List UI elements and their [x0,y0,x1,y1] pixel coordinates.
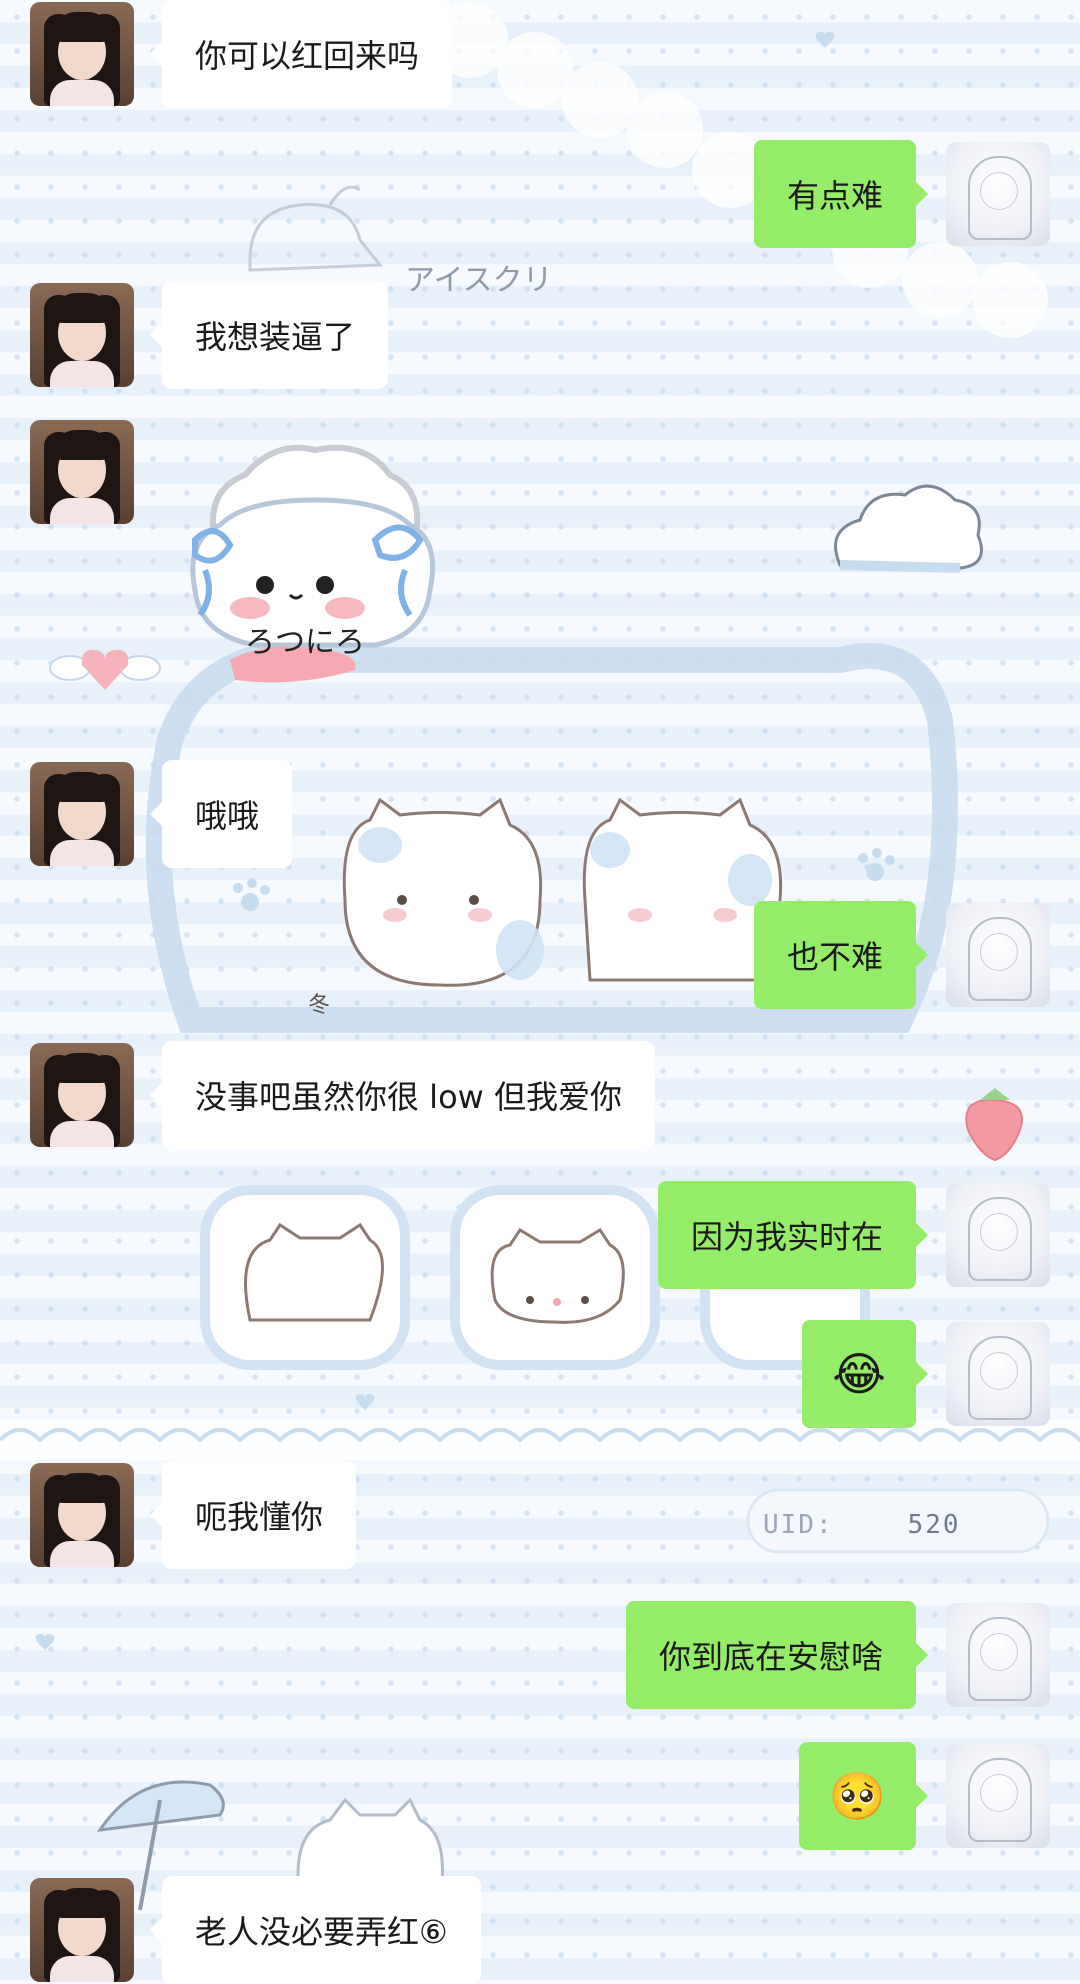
received-message-bubble[interactable]: 你可以红回来吗 [149,0,453,108]
self-avatar[interactable] [946,903,1050,1007]
message-row [30,420,134,524]
friend-avatar[interactable] [30,1463,134,1567]
ice-cream-text: アイスクリ [405,263,553,298]
message-row: 有点难 [753,140,1050,248]
self-avatar[interactable] [946,142,1050,246]
friend-avatar[interactable] [30,762,134,866]
message-row: 老人没必要弄红⑥ [30,1876,481,1984]
cat-maid-sticker[interactable]: ろつにろ [175,430,450,700]
sticker-text: ろつにろ [245,625,365,660]
received-message-bubble[interactable]: 老人没必要弄红⑥ [150,1876,481,1984]
friend-avatar[interactable] [30,420,134,524]
received-message-bubble[interactable]: 没事吧虽然你很 low 但我爱你 [150,1041,655,1149]
message-row: 呃我懂你 [30,1461,357,1569]
self-avatar[interactable] [946,1603,1050,1707]
friend-avatar[interactable] [30,1878,134,1982]
sent-emoji-bubble[interactable]: 🥺 [798,1742,929,1850]
winter-text: 冬 [308,993,330,1018]
friend-avatar[interactable] [30,283,134,387]
sent-message-bubble[interactable]: 因为我实时在 [657,1181,929,1289]
sent-message-bubble[interactable]: 有点难 [753,140,929,248]
message-row: 我想装逼了 [30,281,389,389]
received-message-bubble[interactable]: 我想装逼了 [149,281,389,389]
message-row: 没事吧虽然你很 low 但我爱你 [30,1041,655,1149]
friend-avatar[interactable] [30,2,134,106]
message-row: 😂 [802,1320,1050,1428]
uid-label-text: UID: [763,1510,834,1540]
message-row: 你可以红回来吗 [30,0,453,108]
sent-message-bubble[interactable]: 也不难 [753,901,929,1009]
sent-message-bubble[interactable]: 你到底在安慰啥 [625,1601,929,1709]
message-row: 哦哦 [30,760,293,868]
received-message-bubble[interactable]: 哦哦 [149,760,293,868]
self-avatar[interactable] [946,1744,1050,1848]
self-avatar[interactable] [946,1322,1050,1426]
message-row: 🥺 [798,1742,1050,1850]
sent-emoji-bubble[interactable]: 😂 [802,1320,928,1428]
uid-label: UID: 520 [763,1510,961,1540]
uid-value: 520 [907,1510,961,1540]
message-row: 因为我实时在 [657,1181,1050,1289]
friend-avatar[interactable] [30,1043,134,1147]
received-message-bubble[interactable]: 呃我懂你 [149,1461,357,1569]
message-row: 你到底在安慰啥 [625,1601,1050,1709]
self-avatar[interactable] [946,1183,1050,1287]
message-row: 也不难 [753,901,1050,1009]
